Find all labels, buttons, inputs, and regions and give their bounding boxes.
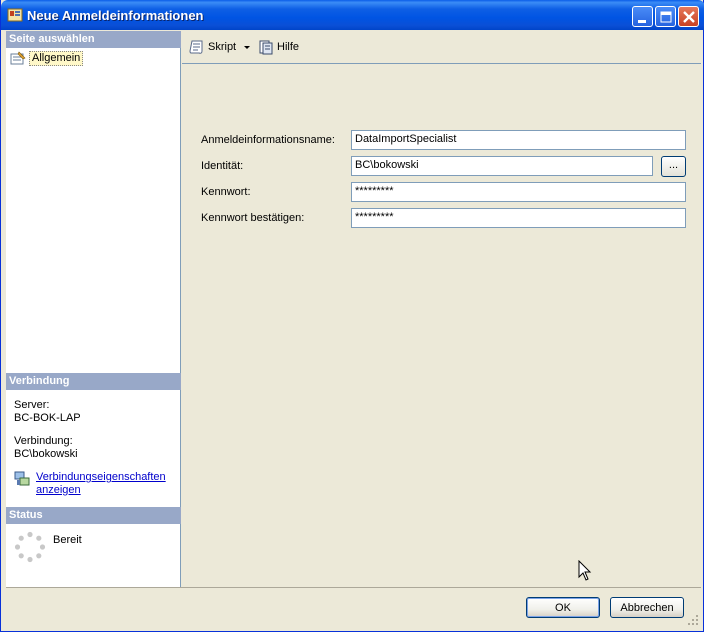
script-label: Skript: [208, 41, 237, 53]
connection-properties-icon: [14, 471, 30, 486]
confirm-password-input[interactable]: *********: [351, 208, 686, 228]
credential-name-input[interactable]: DataImportSpecialist: [351, 130, 686, 150]
title-bar[interactable]: Neue Anmeldeinformationen: [1, 0, 704, 30]
general-page: Anmeldeinformationsname: DataImportSpeci…: [182, 65, 701, 587]
server-value: BC-BOK-LAP: [14, 412, 81, 424]
toolbar: Skript Hilfe: [182, 31, 701, 64]
close-button[interactable]: [678, 6, 699, 27]
minimize-button[interactable]: [632, 6, 653, 27]
close-icon: [683, 11, 695, 23]
script-icon: [189, 40, 203, 54]
password-input[interactable]: *********: [351, 182, 686, 202]
help-label: Hilfe: [277, 41, 300, 53]
server-label: Server:: [14, 399, 50, 411]
properties-page-icon: [10, 51, 26, 65]
dialog-client: Seite auswählen Allgemein Verbindung Ser…: [4, 30, 701, 628]
progress-spinner-icon: [14, 531, 46, 563]
status-value: Bereit: [53, 534, 82, 546]
left-pane: Seite auswählen Allgemein Verbindung Ser…: [6, 31, 181, 587]
view-connection-properties[interactable]: Verbindungseigenschaften anzeigen: [14, 471, 171, 497]
credential-name-label: Anmeldeinformationsname:: [201, 134, 335, 146]
help-button[interactable]: Hilfe: [258, 39, 299, 55]
status-header: Status: [6, 507, 181, 524]
footer-separator: [6, 587, 701, 588]
identity-input[interactable]: BC\bokowski: [351, 156, 653, 176]
maximize-icon: [660, 11, 672, 23]
script-dropdown-button[interactable]: [243, 39, 251, 55]
password-label: Kennwort:: [201, 186, 251, 198]
resize-grip-icon[interactable]: [687, 614, 699, 626]
cancel-button[interactable]: Abbrechen: [610, 597, 684, 618]
dialog-window: Neue Anmeldeinformationen Seite auswähle…: [0, 0, 704, 632]
page-item-general[interactable]: Allgemein: [10, 50, 84, 66]
window-title: Neue Anmeldeinformationen: [27, 8, 204, 23]
help-icon: [259, 40, 273, 55]
confirm-password-label: Kennwort bestätigen:: [201, 212, 305, 224]
mouse-pointer-icon: [578, 560, 592, 581]
browse-identity-button[interactable]: ...: [661, 156, 686, 177]
dropdown-arrow-icon: [244, 46, 250, 49]
connection-header: Verbindung: [6, 373, 181, 390]
page-item-label: Allgemein: [29, 50, 84, 66]
connection-value: BC\bokowski: [14, 448, 78, 460]
connection-label: Verbindung:: [14, 435, 73, 447]
script-button[interactable]: Skript: [189, 39, 236, 55]
view-connection-properties-link[interactable]: Verbindungseigenschaften anzeigen: [36, 471, 171, 497]
identity-label: Identität:: [201, 160, 244, 172]
app-icon: [7, 8, 23, 22]
ok-button[interactable]: OK: [526, 597, 600, 618]
maximize-button[interactable]: [655, 6, 676, 27]
select-page-header: Seite auswählen: [6, 31, 181, 48]
minimize-icon: [638, 20, 646, 23]
